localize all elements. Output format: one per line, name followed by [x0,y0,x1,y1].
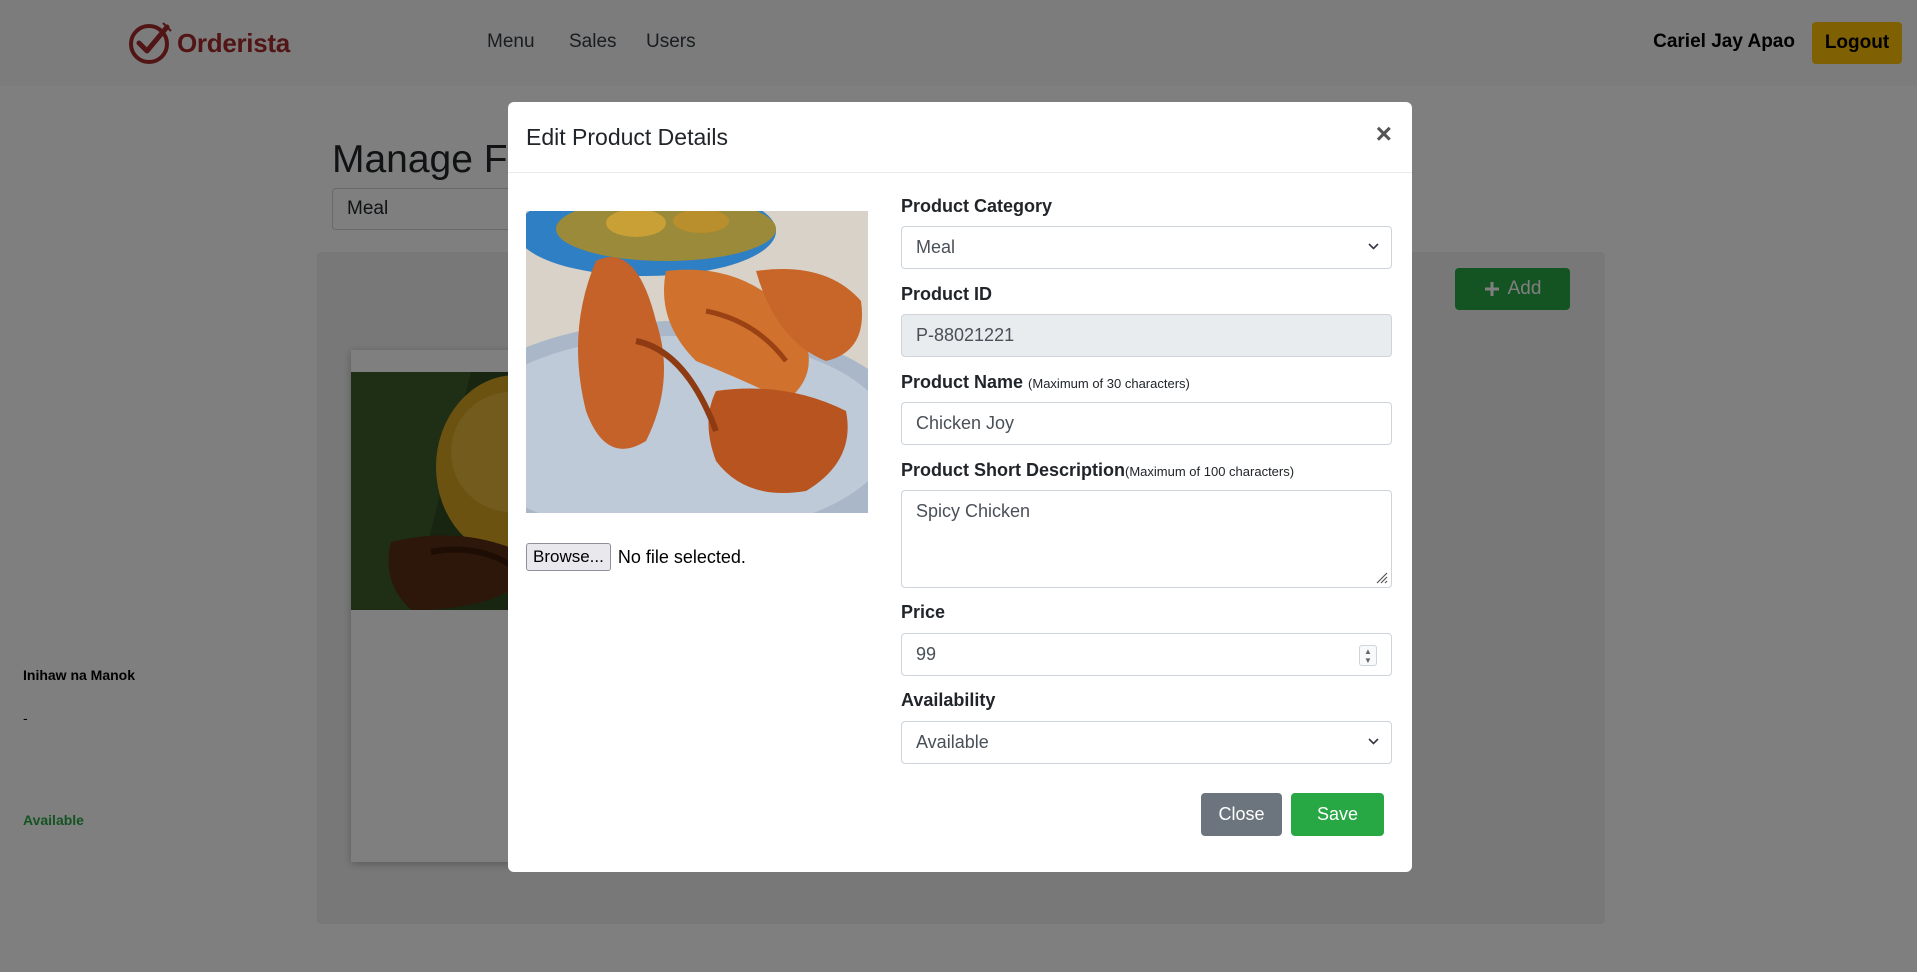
availability-label: Availability [901,690,996,710]
chevron-down-icon [1368,738,1379,745]
product-name-input[interactable]: Chicken Joy [901,402,1392,445]
description-label-text: Product Short Description [901,460,1126,480]
modal-title: Edit Product Details [526,124,728,150]
category-value: Meal [916,237,956,257]
product-name-label-text: Product Name [901,372,1024,392]
save-button[interactable]: Save [1291,793,1384,836]
close-icon[interactable]: × [1376,120,1392,148]
description-value: Spicy Chicken [916,501,1031,521]
file-status: No file selected. [617,546,746,567]
price-value: 99 [916,644,937,664]
modal-header: Edit Product Details × [508,102,1412,173]
product-name-hint: (Maximum of 30 characters) [1028,376,1190,391]
category-select[interactable]: Meal [901,226,1392,269]
chevron-down-icon [1368,243,1379,250]
product-name-label: Product Name (Maximum of 30 characters) [901,372,1190,393]
description-textarea[interactable]: Spicy Chicken [901,490,1392,588]
category-label: Product Category [901,196,1053,216]
edit-product-modal: Edit Product Details × Browse... No file… [508,102,1412,872]
spinner-icon[interactable]: ▲ ▼ [1359,645,1377,666]
description-hint: (Maximum of 100 characters) [1125,464,1295,479]
description-label: Product Short Description(Maximum of 100… [901,460,1294,481]
product-id-input: P-88021221 [901,314,1392,357]
price-input[interactable]: 99 ▲ ▼ [901,633,1392,676]
product-name-value: Chicken Joy [916,413,1015,433]
availability-value: Available [916,732,989,752]
product-id-label: Product ID [901,284,993,304]
browse-button[interactable]: Browse... [526,543,611,571]
price-label: Price [901,602,946,622]
file-upload: Browse... No file selected. [526,543,746,571]
product-image-preview [526,211,868,513]
close-button[interactable]: Close [1201,793,1282,836]
product-id-value: P-88021221 [916,325,1015,345]
resize-grip-icon[interactable] [1374,570,1388,584]
availability-select[interactable]: Available [901,721,1392,764]
